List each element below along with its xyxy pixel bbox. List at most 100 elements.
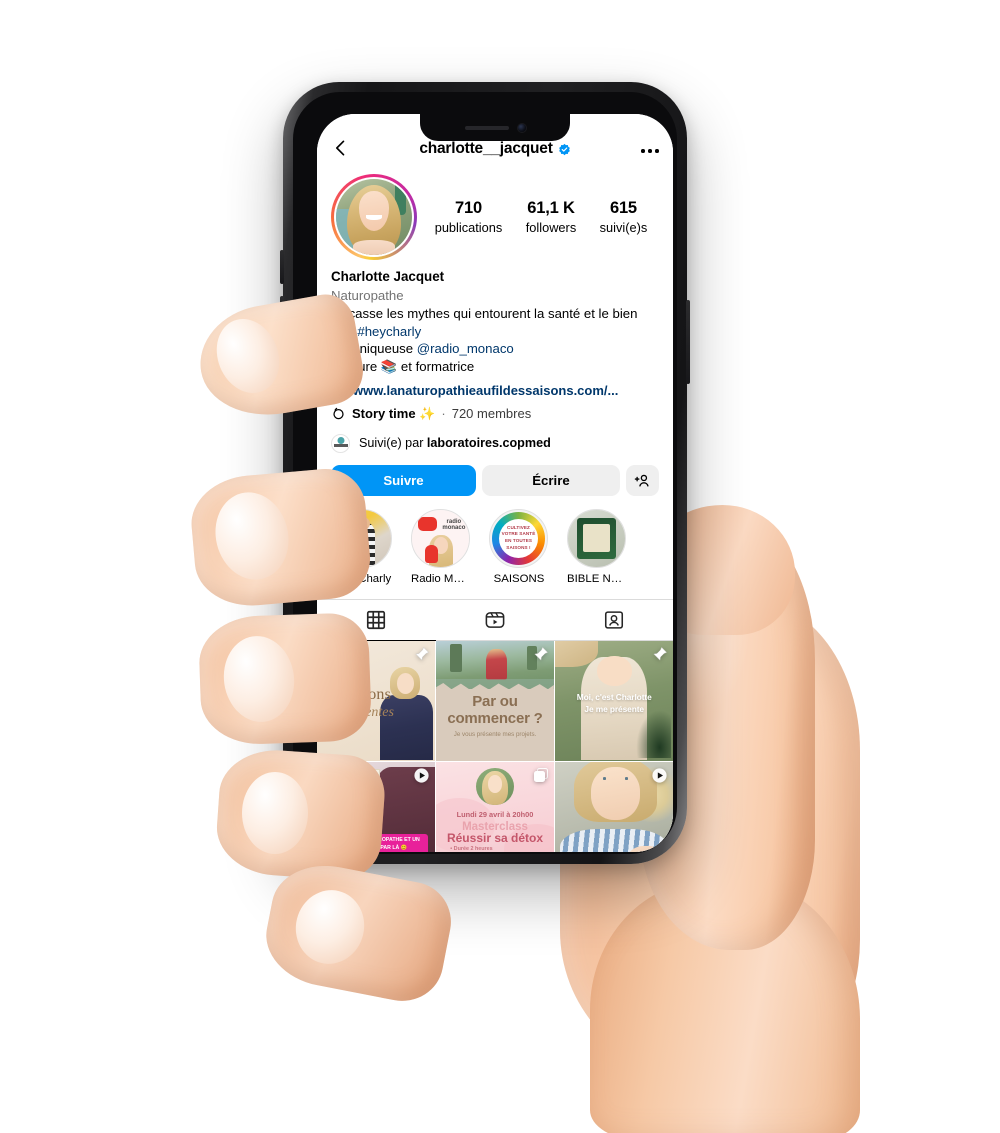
- profile-action-buttons: Suivre Écrire: [317, 453, 673, 496]
- verified-badge-icon: [558, 143, 570, 155]
- profile-username: charlotte__jacquet: [419, 140, 553, 157]
- screenshot-stage: charlotte__jacquet 710 publications 61,1…: [0, 0, 1000, 1133]
- highlight-label: SAISONS: [493, 572, 545, 585]
- smartphone-device: charlotte__jacquet 710 publications 61,1…: [280, 82, 690, 864]
- highlight-label: Hey Charly: [334, 572, 392, 585]
- tab-tagged[interactable]: [554, 600, 673, 641]
- publications-label: publications: [434, 219, 503, 235]
- add-person-button[interactable]: [626, 464, 659, 496]
- hand-wrist: [590, 880, 860, 1133]
- highlight-cover: radio monaco: [411, 508, 470, 568]
- highlight-cover: [567, 508, 626, 568]
- profile-link-row[interactable]: www.lanaturopathieaufildessaisons.com/..…: [317, 376, 673, 398]
- followed-by-name[interactable]: laboratoires.copmed: [427, 436, 551, 450]
- post-title-line-2: Je me présente: [584, 704, 644, 715]
- phone-screen: charlotte__jacquet 710 publications 61,1…: [317, 114, 673, 852]
- reels-icon: [652, 768, 667, 783]
- stat-following[interactable]: 615 suivi(e)s: [600, 198, 648, 236]
- highlight-saisons[interactable]: CULTIVEZ VOTRE SANTÉ EN TOUTES SAISONS !…: [489, 508, 549, 585]
- highlight-label: Radio Mona...: [411, 572, 471, 585]
- tagged-icon: [604, 610, 623, 629]
- post-title-line-2: commencer ?: [447, 710, 543, 728]
- power-button[interactable]: [686, 300, 690, 384]
- stat-publications[interactable]: 710 publications: [435, 198, 503, 236]
- post-title-line-1: Moi, c'est Charlotte: [576, 692, 652, 703]
- followers-label: followers: [525, 219, 577, 235]
- profile-bio: Charlotte Jacquet Naturopathe Je casse l…: [317, 264, 673, 376]
- volume-down-button[interactable]: [280, 360, 284, 412]
- post-questions-recurrentes[interactable]: Questions récurrentes: [317, 640, 435, 761]
- bio-line-1: Je casse les mythes qui entourent la san…: [331, 306, 638, 322]
- post-bullet-1: • Durée 2 heures: [450, 845, 493, 852]
- pin-icon: [414, 646, 429, 661]
- username-header: charlotte__jacquet: [317, 140, 673, 158]
- post-masterclass-detox[interactable]: Lundi 29 avril à 20h00 Masterclass Réuss…: [436, 762, 554, 852]
- followed-by-text: Suivi(e) par laboratoires.copmed: [359, 436, 551, 450]
- story-ring[interactable]: [331, 174, 417, 260]
- carousel-icon: [533, 768, 548, 783]
- followed-by-row[interactable]: Suivi(e) par laboratoires.copmed: [317, 422, 673, 453]
- saisons-line-3: EN TOUTES: [504, 538, 533, 544]
- following-count: 615: [609, 199, 637, 218]
- profile-link-text[interactable]: www.lanaturopathieaufildessaisons.com/..…: [353, 383, 618, 398]
- grid-icon: [367, 610, 386, 629]
- bio-hashtag[interactable]: #heycharly: [357, 324, 421, 339]
- more-options-icon[interactable]: [641, 149, 659, 158]
- followers-count: 61,1 K: [527, 199, 575, 218]
- highlight-radio-monaco[interactable]: radio monaco Radio Mona...: [411, 508, 471, 585]
- post-caption-line-1: POV : TU ES NATUROPATHE ET UN: [331, 837, 420, 844]
- tab-reels[interactable]: [435, 600, 555, 641]
- post-title-line-2: Réussir sa détox: [446, 831, 544, 846]
- profile-full-name: Charlotte Jacquet: [331, 269, 445, 284]
- highlight-cover: CULTIVEZ VOTRE SANTÉ EN TOUTES SAISONS !: [489, 508, 548, 568]
- message-button[interactable]: Écrire: [481, 464, 620, 496]
- post-video-reel[interactable]: [555, 762, 673, 852]
- post-title-line-1: Par ou: [472, 693, 518, 711]
- tab-grid[interactable]: [317, 600, 436, 641]
- post-subtitle: Je vous présente mes projets.: [453, 730, 537, 738]
- link-icon: [331, 384, 346, 396]
- stats-group: 710 publications 61,1 K followers 615 su…: [417, 198, 659, 236]
- avatar[interactable]: [335, 178, 413, 256]
- post-moi-c-est-charlotte[interactable]: Moi, c'est Charlotte Je me présente: [555, 640, 673, 761]
- saisons-line-4: SAISONS !: [506, 544, 531, 550]
- reels-icon: [485, 611, 505, 628]
- phone-bezel: charlotte__jacquet 710 publications 61,1…: [293, 92, 677, 854]
- publications-count: 710: [455, 199, 482, 218]
- bio-mention[interactable]: @radio_monaco: [417, 341, 514, 356]
- radio-monaco-text: radio monaco: [442, 518, 466, 532]
- lower-finger: [258, 855, 458, 1009]
- post-pov-naturopathe[interactable]: POV : TU ES NATUROPATHE ET UN VIRUS PASS…: [317, 762, 435, 852]
- bio-line-3: Chroniqueuse @radio_monaco: [331, 340, 659, 358]
- broadcast-channel-icon: [333, 407, 344, 420]
- broadcast-channel-row[interactable]: Story time ✨ · 720 membres: [317, 398, 673, 422]
- device-notch: [420, 114, 570, 141]
- bio-line-2: être #heycharly: [331, 323, 659, 341]
- back-icon[interactable]: [331, 138, 351, 158]
- avatar-ring-inner: [333, 176, 415, 258]
- post-title-line-1: Questions: [325, 686, 392, 704]
- volume-up-button[interactable]: [280, 296, 284, 348]
- instagram-app: charlotte__jacquet 710 publications 61,1…: [317, 114, 673, 852]
- followed-by-prefix: Suivi(e) par: [359, 436, 427, 451]
- highlight-bible-nat[interactable]: BIBLE NAT...: [567, 508, 627, 585]
- posts-grid: Questions récurrentes Par ou commencer ?…: [317, 640, 673, 852]
- front-camera: [517, 123, 526, 132]
- post-par-ou-commencer[interactable]: Par ou commencer ? Je vous présente mes …: [436, 640, 554, 761]
- highlight-cover: [333, 508, 392, 568]
- story-highlights: Hey Charly radio monaco Radio Mona...: [317, 496, 673, 585]
- bio-line-2-prefix: être: [331, 323, 358, 339]
- post-title-line-2: récurrentes: [329, 705, 394, 721]
- reels-icon: [414, 768, 429, 783]
- highlight-hey-charly[interactable]: Hey Charly: [333, 508, 393, 585]
- channel-name: Story time ✨: [352, 405, 436, 421]
- highlight-label: BIBLE NAT...: [567, 572, 627, 585]
- stat-followers[interactable]: 61,1 K followers: [526, 198, 577, 236]
- follow-button[interactable]: Suivre: [331, 464, 476, 496]
- earpiece-speaker: [464, 125, 509, 130]
- following-label: suivi(e)s: [599, 219, 648, 235]
- mute-switch[interactable]: [280, 250, 284, 284]
- profile-stats-row: 710 publications 61,1 K followers 615 su…: [317, 166, 673, 264]
- pin-icon: [534, 646, 548, 661]
- fingernail: [205, 309, 291, 403]
